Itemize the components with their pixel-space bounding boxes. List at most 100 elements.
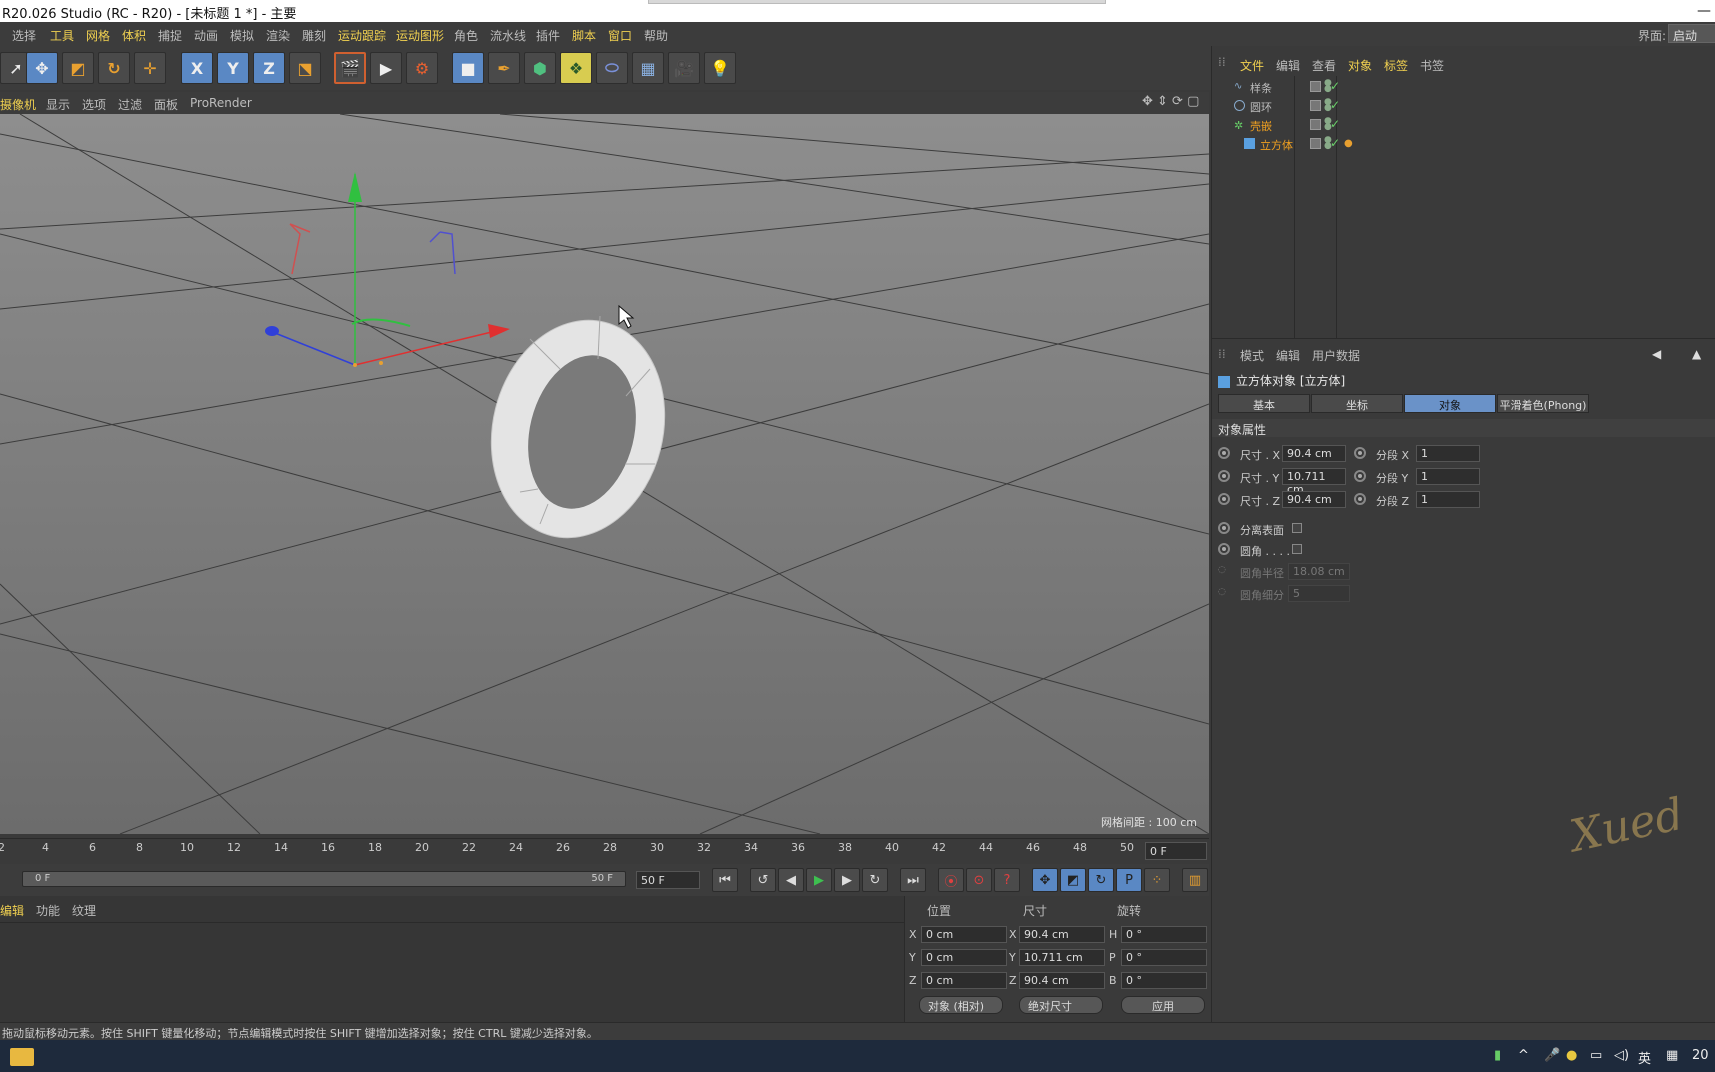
seg-y-field[interactable]: 1 — [1416, 468, 1480, 485]
deformer-icon[interactable]: ⬭ — [596, 52, 628, 84]
record-icon[interactable]: ⦿ — [938, 868, 964, 892]
object-row-shell[interactable]: ✲ 壳嵌 — [1220, 116, 1300, 134]
apply-button[interactable]: 应用 — [1121, 996, 1205, 1014]
fillet-subdivision-field[interactable]: 5 — [1288, 585, 1350, 602]
file-explorer-icon[interactable] — [10, 1048, 34, 1066]
anim-radio[interactable] — [1354, 493, 1366, 505]
key-scale-icon[interactable]: ◩ — [1060, 868, 1086, 892]
lock-icon[interactable]: ▲ — [1692, 347, 1701, 361]
scale-icon[interactable]: ◩ — [62, 52, 94, 84]
seg-x-field[interactable]: 1 — [1416, 445, 1480, 462]
ring-object[interactable] — [469, 302, 687, 557]
pen-icon[interactable]: ✒ — [488, 52, 520, 84]
tab-edit[interactable]: 编辑 — [0, 902, 24, 919]
position-y-field[interactable]: 0 cm — [921, 949, 1007, 966]
anim-radio[interactable] — [1218, 470, 1230, 482]
menu-mesh[interactable]: 网格 — [86, 27, 110, 44]
layer-icon[interactable] — [1310, 119, 1321, 130]
menu-plugins[interactable]: 插件 — [536, 27, 560, 44]
ime-grid-icon[interactable]: ▦ — [1666, 1048, 1678, 1063]
layer-icon[interactable] — [1310, 100, 1321, 111]
enabled-check-icon[interactable]: ✓ — [1330, 98, 1340, 112]
visibility-dots-icon[interactable]: ● ● — [1324, 79, 1332, 94]
viewport-menu-filter[interactable]: 过滤 — [118, 96, 142, 113]
floor-icon[interactable]: ▦ — [632, 52, 664, 84]
x-axis-icon[interactable]: X — [181, 52, 213, 84]
om-menu-edit[interactable]: 编辑 — [1276, 57, 1300, 74]
am-menu-user-data[interactable]: 用户数据 — [1312, 347, 1360, 364]
render-view-icon[interactable]: ▶ — [370, 52, 402, 84]
anim-radio[interactable] — [1218, 543, 1230, 555]
tab-function[interactable]: 功能 — [36, 902, 60, 919]
layout-dropdown[interactable]: 启动 — [1668, 24, 1715, 43]
om-menu-view[interactable]: 查看 — [1312, 57, 1336, 74]
menu-sculpt[interactable]: 雕刻 — [302, 27, 326, 44]
viewport-menu-prorender[interactable]: ProRender — [190, 96, 252, 110]
next-key-icon[interactable]: ↻ — [862, 868, 888, 892]
transform-gizmo[interactable] — [265, 172, 510, 367]
om-menu-file[interactable]: 文件 — [1240, 57, 1264, 74]
rotation-h-field[interactable]: 0 ° — [1121, 926, 1207, 943]
render-region-icon[interactable]: 🎬 — [334, 52, 366, 84]
network-icon[interactable]: ▭ — [1590, 1048, 1602, 1063]
menu-pipeline[interactable]: 流水线 — [490, 27, 526, 44]
size-x-field[interactable]: 90.4 cm — [1019, 926, 1105, 943]
key-pla-icon[interactable]: ⁘ — [1144, 868, 1170, 892]
menu-character[interactable]: 角色 — [454, 27, 478, 44]
tab-basic[interactable]: 基本 — [1218, 394, 1310, 413]
next-frame-icon[interactable]: ▶ — [834, 868, 860, 892]
om-menu-tags[interactable]: 标签 — [1384, 57, 1408, 74]
menu-tools[interactable]: 工具 — [50, 27, 74, 44]
object-row-circle[interactable]: 圆环 — [1220, 97, 1300, 115]
chevron-up-icon[interactable]: ^ — [1518, 1048, 1529, 1063]
menu-select[interactable]: 选择 — [12, 27, 36, 44]
3d-viewport[interactable]: 网格间距 : 100 cm — [0, 114, 1209, 834]
menu-help[interactable]: 帮助 — [644, 27, 668, 44]
menu-motion-tracking[interactable]: 运动跟踪 — [338, 27, 386, 44]
key-rotation-icon[interactable]: ↻ — [1088, 868, 1114, 892]
end-frame-field[interactable]: 50 F — [636, 871, 700, 889]
app-tray-icon[interactable]: ● — [1566, 1048, 1577, 1063]
tab-phong[interactable]: 平滑着色(Phong) — [1497, 394, 1589, 413]
menu-mograph[interactable]: 运动图形 — [396, 27, 444, 44]
play-icon[interactable]: ▶ — [806, 868, 832, 892]
array-icon[interactable]: ❖ — [560, 52, 592, 84]
light-icon[interactable]: 💡 — [704, 52, 736, 84]
keyframe-selection-icon[interactable]: ? — [994, 868, 1020, 892]
auto-key-icon[interactable]: ⊙ — [966, 868, 992, 892]
viewport-menu-camera[interactable]: 摄像机 — [0, 96, 36, 113]
anim-radio[interactable] — [1354, 470, 1366, 482]
visibility-dots-icon[interactable]: ● ● — [1324, 117, 1332, 132]
viewport-nav-icons[interactable]: ✥ ⇕ ⟳ ▢ — [1142, 94, 1199, 109]
subdivision-icon[interactable]: ⬢ — [524, 52, 556, 84]
timeline-window-icon[interactable]: ▥ — [1182, 868, 1208, 892]
menu-window[interactable]: 窗口 — [608, 27, 632, 44]
size-mode-dropdown[interactable]: 绝对尺寸 — [1019, 996, 1103, 1014]
camera-icon[interactable]: 🎥 — [668, 52, 700, 84]
viewport-menu-panel[interactable]: 面板 — [154, 96, 178, 113]
separate-surfaces-checkbox[interactable] — [1292, 523, 1302, 533]
menu-script[interactable]: 脚本 — [572, 27, 596, 44]
am-menu-mode[interactable]: 模式 — [1240, 347, 1264, 364]
om-menu-bookmarks[interactable]: 书签 — [1420, 57, 1444, 74]
size-x-field[interactable]: 90.4 cm — [1282, 445, 1346, 462]
menu-render[interactable]: 渲染 — [266, 27, 290, 44]
anim-radio[interactable] — [1218, 493, 1230, 505]
material-tag-icon[interactable]: ● — [1344, 138, 1356, 150]
rotate-icon[interactable]: ↻ — [98, 52, 130, 84]
viewport-menu-options[interactable]: 选项 — [82, 96, 106, 113]
position-z-field[interactable]: 0 cm — [921, 972, 1007, 989]
move-tool-icon[interactable]: ✛ — [134, 52, 166, 84]
tab-object[interactable]: 对象 — [1404, 394, 1496, 413]
panel-grip-icon[interactable]: ⁞⁞ — [1218, 347, 1226, 361]
rotation-p-field[interactable]: 0 ° — [1121, 949, 1207, 966]
battery-icon[interactable]: ▮ — [1494, 1048, 1501, 1063]
input-language[interactable]: 英 — [1638, 1048, 1651, 1067]
object-row-spline[interactable]: ∿ 样条 — [1220, 78, 1300, 96]
menu-snap[interactable]: 捕捉 — [158, 27, 182, 44]
object-row-cube[interactable]: 立方体 — [1220, 135, 1300, 153]
y-axis-icon[interactable]: Y — [217, 52, 249, 84]
current-frame-field[interactable]: 0 F — [1145, 842, 1207, 860]
move-icon[interactable]: ✥ — [26, 52, 58, 84]
anim-radio[interactable] — [1218, 522, 1230, 534]
